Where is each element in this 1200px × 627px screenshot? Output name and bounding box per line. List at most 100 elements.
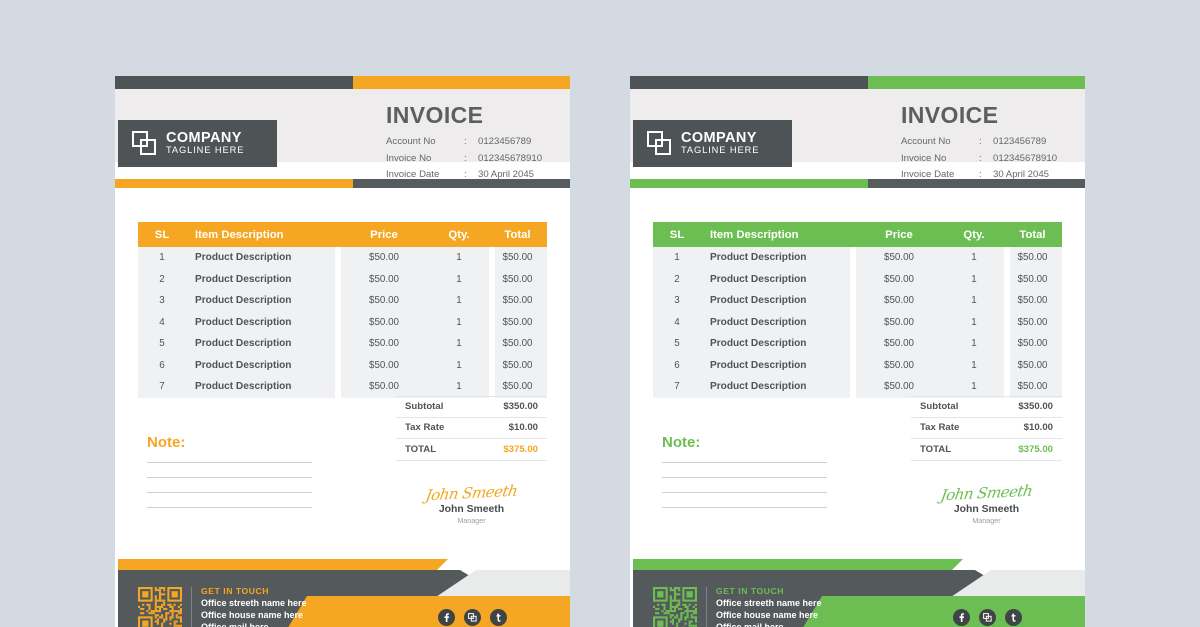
grand-total-row: TOTAL $375.00 (911, 439, 1062, 461)
cell-sl: 4 (674, 316, 680, 328)
twitter-icon[interactable] (490, 609, 507, 626)
footer-divider (706, 587, 707, 627)
facebook-icon[interactable] (953, 609, 970, 626)
cell-total: $50.00 (502, 381, 533, 393)
invoice-meta-value: 012345678910 (478, 152, 543, 164)
table-row: 6 Product Description $50.00 1 $50.00 (653, 355, 1062, 377)
note-write-line[interactable] (147, 492, 312, 493)
table-row: 1 Product Description $50.00 1 $50.00 (138, 247, 547, 269)
table-row: 6 Product Description $50.00 1 $50.00 (138, 355, 547, 377)
cell-total: $50.00 (1017, 381, 1048, 393)
invoice-meta-separator: : (979, 152, 982, 164)
footer-contact-block: GET IN TOUCH Office streeth name here Offi… (716, 586, 822, 627)
subtotal-value: $350.00 (503, 401, 538, 413)
grand-total-row: TOTAL $375.00 (396, 439, 547, 461)
cell-total: $50.00 (1017, 359, 1048, 371)
invoice-meta-separator: : (464, 152, 467, 164)
footer-contact-line: Office streeth name here (201, 598, 307, 609)
footer-divider (191, 587, 192, 627)
cell-qty: 1 (456, 316, 462, 328)
note-write-line[interactable] (662, 462, 827, 463)
cell-total: $50.00 (502, 338, 533, 350)
cell-sl: 3 (674, 295, 680, 307)
cell-qty: 1 (456, 295, 462, 307)
items-table-header: SL Item Description Price Qty. Total (653, 222, 1062, 247)
green-invoice: COMPANY TAGLINE HERE INVOICE Account No:012… (630, 76, 1085, 627)
signature-block: John Smeeth John Smeeth Manager (396, 482, 547, 525)
note-write-line[interactable] (662, 477, 827, 478)
cell-qty: 1 (456, 338, 462, 350)
cell-description: Product Description (195, 295, 292, 307)
cell-description: Product Description (710, 295, 807, 307)
note-write-line[interactable] (147, 477, 312, 478)
totals-block: Subtotal $350.00 Tax Rate $10.00 TOTAL $375.0… (396, 396, 547, 461)
note-write-line[interactable] (662, 492, 827, 493)
cell-price: $50.00 (369, 316, 399, 328)
column-header-total: Total (504, 228, 531, 241)
invoice-meta-value: 0123456789 (993, 136, 1047, 147)
table-row: 2 Product Description $50.00 1 $50.00 (653, 269, 1062, 291)
cell-description: Product Description (195, 316, 292, 328)
note-write-line[interactable] (147, 507, 312, 508)
subtotal-value: $350.00 (1018, 401, 1053, 413)
subtotal-label: Subtotal (920, 401, 959, 413)
column-header-sl: SL (154, 228, 170, 241)
invoice-meta-block: INVOICE Account No:0123456789 Invoice No:0… (901, 102, 1057, 180)
header-bottom-bar-dark-segment (352, 179, 570, 188)
grand-total-value: $375.00 (1018, 443, 1053, 455)
cell-description: Product Description (710, 273, 807, 285)
table-row: 2 Product Description $50.00 1 $50.00 (138, 269, 547, 291)
cell-price: $50.00 (884, 381, 914, 393)
footer-contact-line: Office house name here (716, 610, 819, 621)
items-table-header: SL Item Description Price Qty. Total (138, 222, 547, 247)
company-tagline: TAGLINE HERE (681, 145, 760, 156)
cell-price: $50.00 (884, 338, 914, 350)
note-write-line[interactable] (147, 462, 312, 463)
grand-total-label: TOTAL (920, 443, 952, 455)
table-row: 4 Product Description $50.00 1 $50.00 (138, 312, 547, 334)
signature-script: John Smeeth (939, 481, 1034, 505)
cell-description: Product Description (195, 273, 292, 285)
squares-icon[interactable] (464, 609, 481, 626)
header-top-bar (115, 76, 570, 89)
twitter-icon[interactable] (1005, 609, 1022, 626)
cell-qty: 1 (971, 316, 977, 328)
cell-price: $50.00 (369, 381, 399, 393)
qr-code-icon (653, 587, 697, 627)
footer-accent-band (798, 596, 1085, 627)
cell-description: Product Description (710, 252, 807, 264)
header-top-bar-dark-segment (630, 76, 868, 89)
footer: GET IN TOUCH Office streeth name here Offi… (115, 556, 570, 627)
cell-total: $50.00 (1017, 316, 1048, 328)
column-header-qty: Qty. (963, 228, 985, 241)
footer-contact-line: Office mail here (716, 622, 822, 627)
cell-qty: 1 (971, 273, 977, 285)
footer-accent-band (283, 596, 570, 627)
squares-icon[interactable] (979, 609, 996, 626)
cell-sl: 1 (159, 252, 165, 264)
header-top-bar-accent-segment (867, 76, 1085, 89)
note-write-line[interactable] (662, 507, 827, 508)
cell-sl: 4 (159, 316, 165, 328)
footer-contact-line: Office house name here (201, 610, 304, 621)
facebook-icon[interactable] (438, 609, 455, 626)
cell-qty: 1 (456, 252, 462, 264)
company-name: COMPANY (681, 130, 757, 147)
invoice-meta-rows: Account No:0123456789 Invoice No:01234567… (901, 136, 1057, 180)
company-tagline: TAGLINE HERE (166, 145, 245, 156)
cell-description: Product Description (195, 359, 292, 371)
cell-sl: 1 (674, 252, 680, 264)
cell-sl: 2 (674, 273, 680, 285)
footer-accent-strip (118, 559, 448, 570)
table-row: 1 Product Description $50.00 1 $50.00 (653, 247, 1062, 269)
cell-sl: 5 (674, 338, 680, 350)
invoice-meta-rows: Account No:0123456789 Invoice No:01234567… (386, 136, 542, 180)
cell-total: $50.00 (1017, 252, 1048, 264)
signature-block: John Smeeth John Smeeth Manager (911, 482, 1062, 525)
header-top-bar-accent-segment (352, 76, 570, 89)
cell-qty: 1 (971, 381, 977, 393)
footer-contact-line: Office streeth name here (716, 598, 822, 609)
table-row: 3 Product Description $50.00 1 $50.00 (653, 290, 1062, 312)
cell-description: Product Description (710, 359, 807, 371)
cell-total: $50.00 (1017, 273, 1048, 285)
